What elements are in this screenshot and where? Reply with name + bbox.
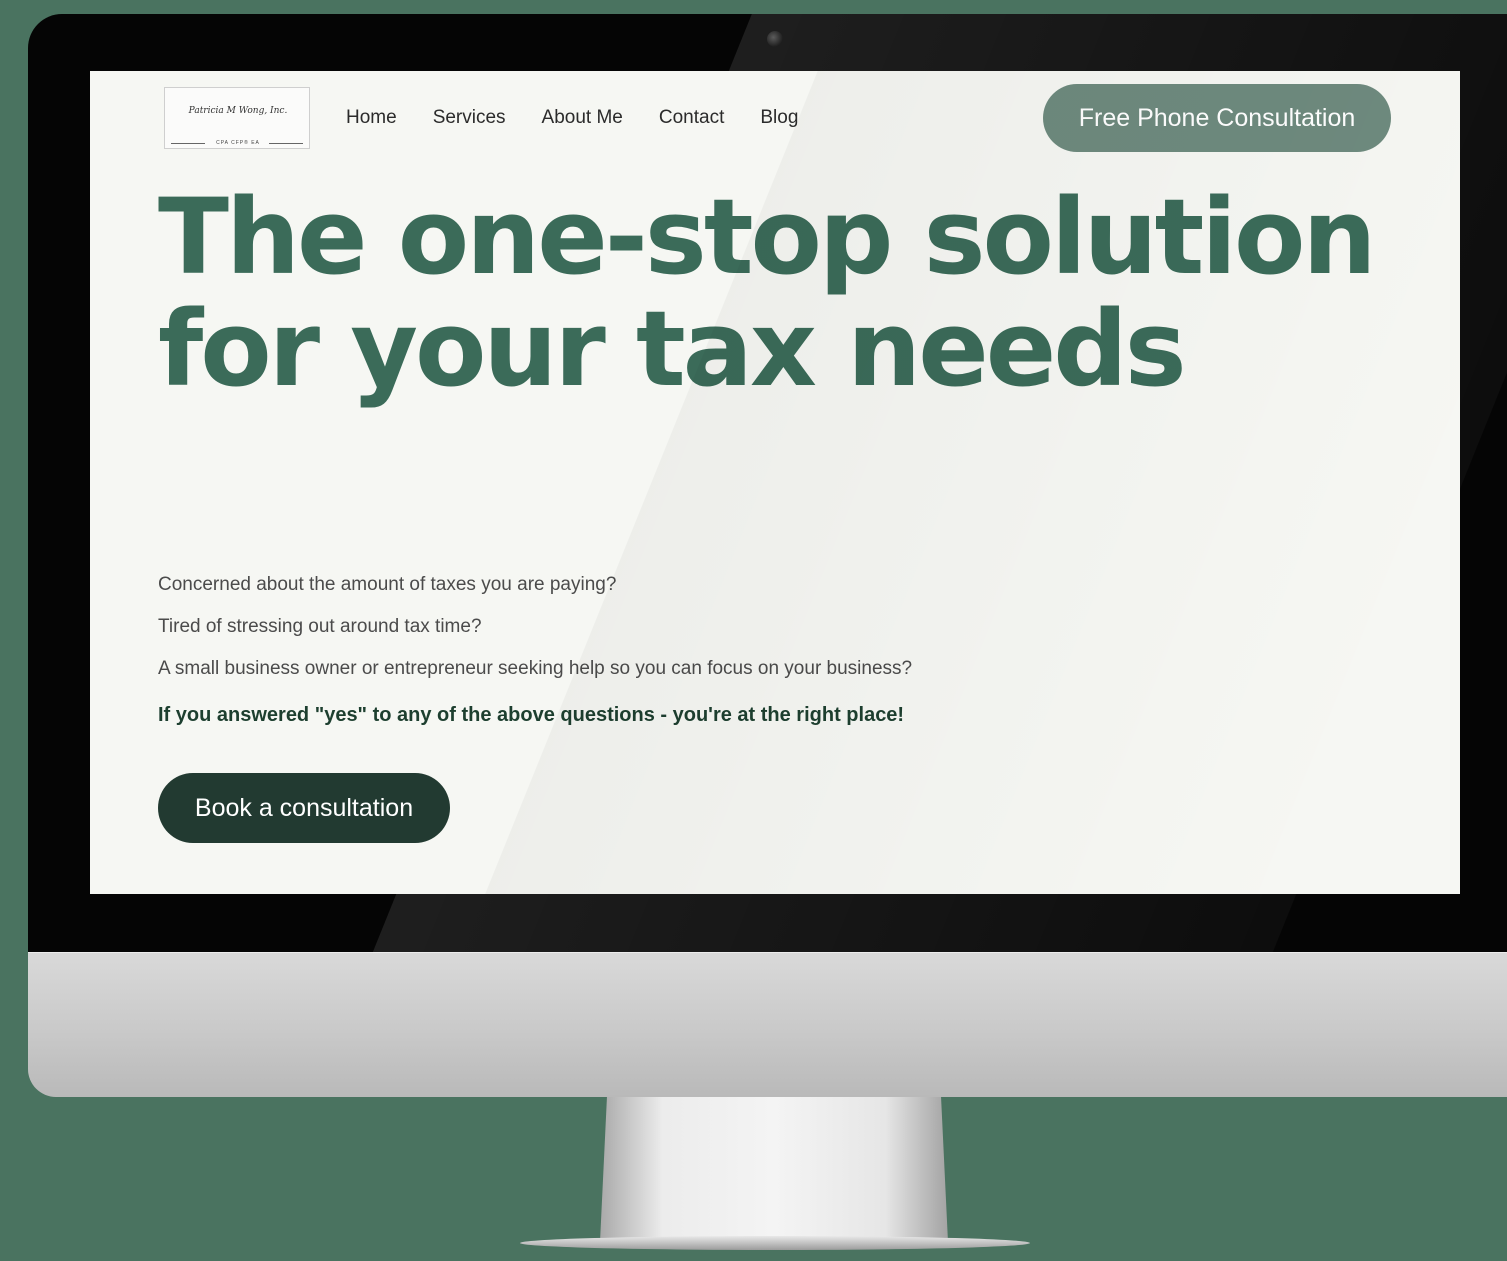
free-phone-consultation-button[interactable]: Free Phone Consultation (1043, 84, 1391, 152)
logo[interactable]: Patricia M Wong, Inc. CPA CFP® EA (164, 87, 310, 149)
main-nav: Home Services About Me Contact Blog (346, 107, 834, 129)
logo-script: Patricia M Wong, Inc. (188, 106, 288, 116)
logo-divider-right (269, 143, 303, 144)
website-screen: Patricia M Wong, Inc. CPA CFP® EA Home S… (90, 71, 1460, 894)
question-line: Concerned about the amount of taxes you … (158, 574, 617, 595)
nav-blog[interactable]: Blog (760, 107, 798, 129)
nav-home[interactable]: Home (346, 107, 397, 129)
monitor-stand-base (520, 1236, 1030, 1250)
nav-about-me[interactable]: About Me (542, 107, 623, 129)
hero-questions: Concerned about the amount of taxes you … (158, 564, 1258, 736)
camera-icon (767, 31, 783, 47)
closing-line: If you answered "yes" to any of the abov… (158, 704, 905, 726)
monitor-chin (28, 952, 1507, 1097)
nav-contact[interactable]: Contact (659, 107, 724, 129)
site-header: Patricia M Wong, Inc. CPA CFP® EA Home S… (90, 71, 1460, 167)
nav-services[interactable]: Services (433, 107, 506, 129)
question-line: Tired of stressing out around tax time? (158, 616, 482, 637)
monitor-stand (600, 1097, 948, 1242)
question-line: A small business owner or entrepreneur s… (158, 658, 913, 679)
book-consultation-button[interactable]: Book a consultation (158, 773, 450, 843)
hero-title: The one-stop solution for your tax needs (158, 176, 1377, 410)
